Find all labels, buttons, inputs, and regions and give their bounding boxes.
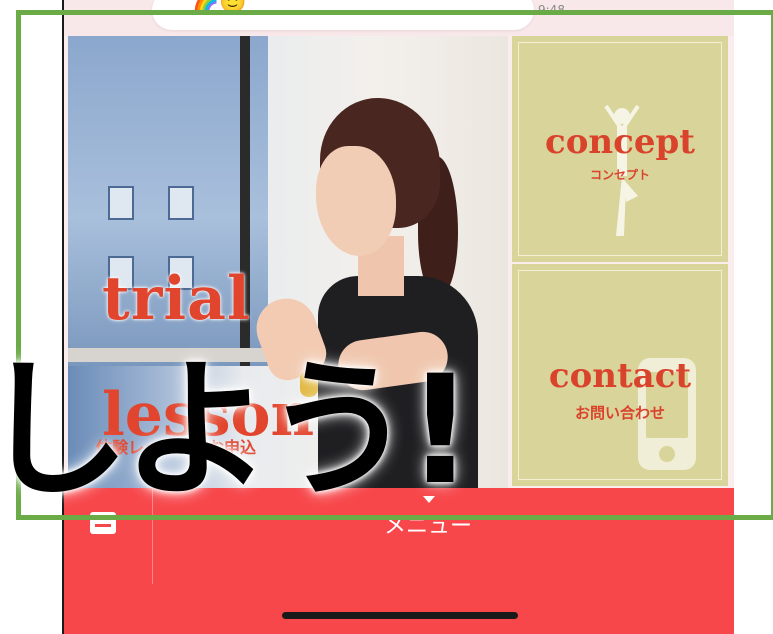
contact-tile[interactable]: contact お問い合わせ (512, 264, 728, 486)
status-time: 9:48 (538, 3, 565, 17)
phone-screen: 🌈🙂 9:48 trial lesson 体験レッスンのお申込 concept … (64, 0, 734, 634)
home-indicator[interactable] (282, 612, 518, 619)
building-window (108, 186, 134, 220)
contact-subtitle: お問い合わせ (574, 404, 665, 422)
person-face (316, 146, 396, 256)
concept-subtitle: コンセプト (589, 168, 650, 182)
concept-title: concept (545, 122, 695, 162)
building-window (168, 186, 194, 220)
hero-title: trial (102, 264, 251, 334)
emoji-icon: 🌈🙂 (192, 0, 247, 15)
concept-tile[interactable]: concept コンセプト (512, 36, 728, 262)
smartphone-home-button (659, 446, 675, 462)
status-bar: 🌈🙂 9:48 (64, 0, 734, 36)
overlay-caption: しよう! (0, 344, 474, 518)
contact-title: contact (548, 356, 692, 396)
